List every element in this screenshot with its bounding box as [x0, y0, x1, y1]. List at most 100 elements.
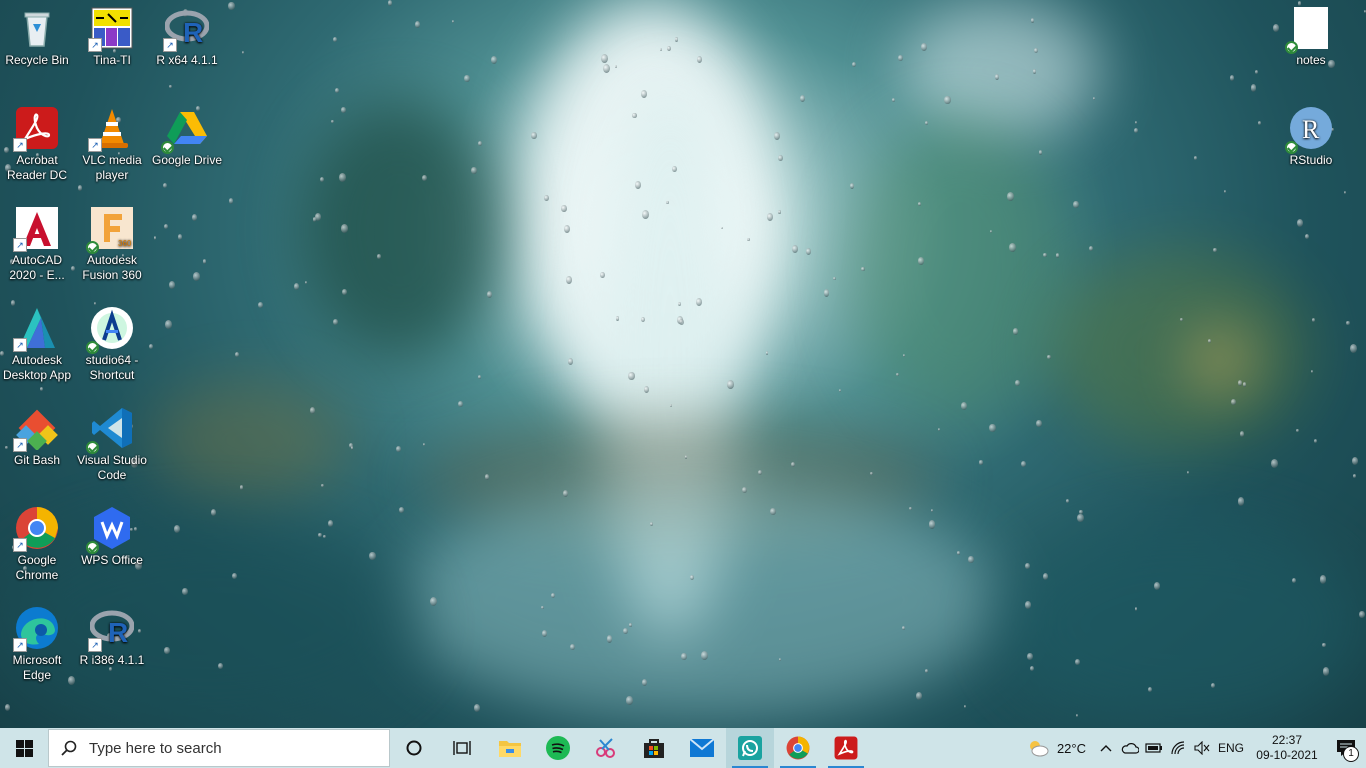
- raindrop: [164, 647, 170, 655]
- mail-button[interactable]: [678, 728, 726, 768]
- raindrop: [421, 174, 427, 181]
- raindrop: [1231, 399, 1236, 405]
- snip-sketch-button[interactable]: [582, 728, 630, 768]
- r-i386-icon[interactable]: R ↗ R i386 4.1.1: [75, 600, 149, 668]
- wifi-icon: [1171, 741, 1185, 755]
- raindrop: [543, 195, 549, 202]
- raindrop: [1024, 601, 1031, 609]
- vscode-graphic: [86, 406, 134, 454]
- icon-label: WPS Office: [81, 553, 143, 567]
- fusion-360-icon[interactable]: 360 Autodesk Fusion 360: [75, 200, 149, 283]
- recycle-bin-icon[interactable]: Recycle Bin: [0, 0, 74, 68]
- raindrop: [309, 407, 315, 414]
- acrobat-taskbar-button[interactable]: [822, 728, 870, 768]
- raindrop: [332, 36, 337, 42]
- onedrive-button[interactable]: [1118, 728, 1142, 768]
- vlc-icon[interactable]: ↗ VLC media player: [75, 100, 149, 183]
- volume-button[interactable]: [1190, 728, 1214, 768]
- raindrop: [341, 107, 346, 113]
- raindrop: [1026, 652, 1033, 660]
- icon-label: studio64 - Shortcut: [85, 353, 139, 382]
- raindrop: [173, 524, 181, 533]
- windows-icon: [15, 739, 33, 757]
- wps-office-icon[interactable]: WPS Office: [75, 500, 149, 568]
- raindrop: [666, 201, 669, 205]
- raindrop: [569, 643, 575, 651]
- raindrop: [1030, 17, 1035, 23]
- battery-button[interactable]: [1142, 728, 1166, 768]
- raindrop: [823, 289, 830, 297]
- text-file-graphic: [1285, 6, 1333, 54]
- raindrop: [39, 386, 43, 391]
- git-bash-icon[interactable]: ↗ Git Bash: [0, 400, 74, 468]
- raindrop: [632, 112, 637, 119]
- raindrop: [1180, 317, 1183, 321]
- icon-label: AutoCAD 2020 - E...: [9, 253, 65, 282]
- r-x64-icon[interactable]: R ↗ R x64 4.1.1: [150, 0, 224, 68]
- raindrop: [415, 21, 421, 28]
- raindrop: [399, 507, 404, 514]
- raindrop: [1065, 498, 1069, 503]
- android-studio-graphic: [86, 306, 134, 354]
- clock[interactable]: 22:37 09-10-2021: [1248, 728, 1326, 768]
- vscode-icon[interactable]: Visual Studio Code: [75, 400, 149, 483]
- raindrop: [643, 385, 650, 393]
- show-hidden-icons-button[interactable]: [1094, 728, 1118, 768]
- raindrop: [1186, 471, 1189, 474]
- language-indicator[interactable]: ENG: [1214, 728, 1248, 768]
- action-center-button[interactable]: 1: [1326, 728, 1366, 768]
- file-explorer-button[interactable]: [486, 728, 534, 768]
- raindrop: [1224, 190, 1227, 194]
- raindrop: [1193, 156, 1197, 160]
- weather-widget[interactable]: 22°C: [1019, 728, 1094, 768]
- raindrop: [1009, 243, 1016, 252]
- autodesk-desktop-app-icon[interactable]: ↗ Autodesk Desktop App: [0, 300, 74, 383]
- chrome-taskbar-button[interactable]: [774, 728, 822, 768]
- microsoft-edge-icon[interactable]: ↗ Microsoft Edge: [0, 600, 74, 683]
- spotify-button[interactable]: [534, 728, 582, 768]
- cloud-icon: [1121, 743, 1139, 754]
- notification-badge: 1: [1343, 746, 1359, 762]
- search-box[interactable]: Type here to search: [48, 729, 390, 767]
- network-button[interactable]: [1166, 728, 1190, 768]
- raindrop: [377, 253, 381, 259]
- raindrop: [1077, 513, 1084, 522]
- autocad-icon[interactable]: ↗ AutoCAD 2020 - E...: [0, 200, 74, 283]
- google-chrome-icon[interactable]: ↗ Google Chrome: [0, 500, 74, 583]
- raindrop: [331, 119, 335, 124]
- notes-icon[interactable]: notes: [1274, 0, 1348, 68]
- google-drive-icon[interactable]: Google Drive: [150, 100, 224, 168]
- raindrop: [777, 155, 783, 162]
- raindrop: [1007, 192, 1014, 201]
- raindrop: [228, 198, 234, 205]
- cortana-button[interactable]: [390, 728, 438, 768]
- rstudio-icon[interactable]: R RStudio: [1274, 100, 1348, 168]
- raindrop: [318, 532, 322, 538]
- tina-ti-graphic: ↗: [88, 6, 134, 52]
- raindrop: [1250, 84, 1257, 92]
- icon-label: Visual Studio Code: [77, 453, 147, 482]
- raindrop: [531, 132, 537, 140]
- task-view-button[interactable]: [438, 728, 486, 768]
- raindrop: [1296, 218, 1304, 227]
- icon-label: Recycle Bin: [5, 53, 69, 67]
- raindrop: [333, 319, 338, 325]
- acrobat-reader-icon[interactable]: ↗ Acrobat Reader DC: [0, 100, 74, 183]
- tina-ti-icon[interactable]: ↗ Tina-TI: [75, 0, 149, 68]
- whatsapp-icon: [738, 736, 762, 760]
- raindrop: [304, 280, 308, 284]
- icon-label: R x64 4.1.1: [156, 53, 218, 67]
- microsoft-store-button[interactable]: [630, 728, 678, 768]
- raindrop: [473, 703, 480, 712]
- raindrop: [239, 485, 244, 490]
- raindrop: [602, 64, 610, 74]
- raindrop: [777, 210, 781, 214]
- spotify-icon: [546, 736, 570, 760]
- raindrop: [193, 272, 200, 281]
- raindrop: [1237, 380, 1242, 386]
- whatsapp-button[interactable]: [726, 728, 774, 768]
- studio64-shortcut-icon[interactable]: studio64 - Shortcut: [75, 300, 149, 383]
- raindrop: [148, 344, 154, 350]
- start-button[interactable]: [0, 728, 48, 768]
- taskbar: Type here to search 22°C ENG 22:37 09-10…: [0, 728, 1366, 768]
